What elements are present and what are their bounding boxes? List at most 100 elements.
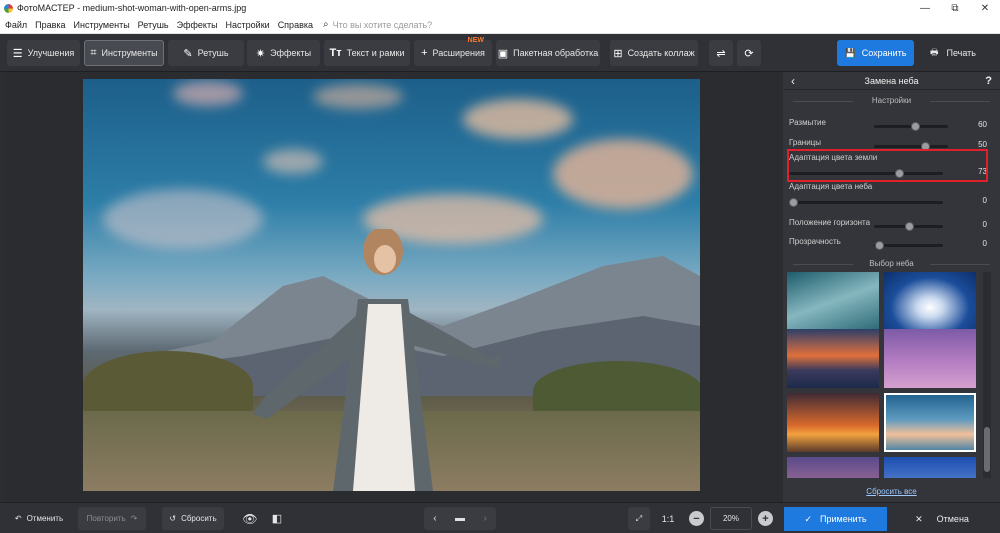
search-icon: ⌕ [323,19,329,30]
tab-label: Ретушь [197,48,229,58]
menu-settings[interactable]: Настройки [226,20,270,30]
tab-effects[interactable]: ✷ Эффекты [247,40,320,66]
reset-icon: ↺ [169,514,177,523]
slider-knob[interactable] [905,222,914,231]
gallery-scrollbar[interactable] [983,272,991,478]
slider-label: Размытие [789,118,826,127]
photo-preview[interactable] [83,79,700,491]
menu-effects[interactable]: Эффекты [177,20,218,30]
zoom-out-icon[interactable]: − [689,511,704,526]
sky-thumbnail[interactable] [787,272,879,331]
sky-thumbnail[interactable] [884,272,976,331]
help-icon[interactable]: ? [985,75,992,87]
history-icon: ⟳ [744,47,754,60]
close-window-button[interactable]: ✕ [970,0,1000,16]
redo-button[interactable]: Повторить ↷ [78,507,146,530]
slider-transparency[interactable]: Прозрачность 0 [789,237,993,257]
save-button[interactable]: 💾 Сохранить [837,40,914,66]
tab-text-frames[interactable]: Tт Текст и рамки [324,40,410,66]
actual-size-button[interactable]: 1:1 [656,507,680,530]
scrollbar-thumb[interactable] [984,427,990,472]
reset-label: Сбросить [181,514,217,523]
redo-icon: ↷ [130,514,138,523]
slider-knob[interactable] [875,241,884,250]
compare-settings-button[interactable]: ⇌ [709,40,733,66]
menu-edit[interactable]: Правка [35,20,65,30]
slider-value: 60 [978,120,987,129]
main-toolbar: ☰ Улучшения ⌗ Инструменты ✎ Ретушь ✷ Эфф… [0,34,1000,72]
cloud-shape [553,139,693,209]
folder-icon[interactable]: ▬ [455,513,465,524]
minimize-button[interactable]: — [910,0,940,16]
fit-screen-button[interactable]: ⤢ [628,507,650,530]
adjust-settings-icon: ⇌ [716,47,726,60]
save-icon: 💾 [844,47,856,58]
sky-thumbnail[interactable] [787,457,879,478]
menu-help[interactable]: Справка [278,20,313,30]
menu-retouch[interactable]: Ретушь [138,20,169,30]
history-settings-button[interactable]: ⟳ [737,40,761,66]
tab-enhancements[interactable]: ☰ Улучшения [7,40,80,66]
slider-track[interactable] [789,201,943,204]
slider-knob[interactable] [789,198,798,207]
cloud-shape [103,189,263,249]
sliders-icon: ☰ [12,47,23,60]
sky-thumbnail[interactable] [884,329,976,388]
tab-extensions[interactable]: + Расширения NEW [414,37,492,66]
tab-create-collage[interactable]: ⊞ Создать коллаж [610,40,698,66]
tab-batch-processing[interactable]: ▣ Пакетная обработка [496,40,600,66]
slider-label: Адаптация цвета неба [789,182,873,191]
zoom-value: 20% [722,514,739,523]
apply-button[interactable]: ✓ Применить [784,507,887,531]
sky-thumbnail[interactable] [787,393,879,452]
next-image-icon[interactable]: › [483,513,486,524]
slider-track[interactable] [874,244,943,247]
sky-thumbnail[interactable] [787,329,879,388]
print-button[interactable]: 🖶 Печать [918,40,988,66]
canvas-area [5,72,780,502]
reset-button[interactable]: ↺ Сбросить [162,507,224,530]
text-icon: Tт [329,47,342,59]
slider-sky-color-adaptation[interactable]: Адаптация цвета неба 0 [789,182,993,210]
zoom-in-icon[interactable]: + [758,511,773,526]
sky-thumbnail-selected[interactable] [884,393,976,452]
compare-icon: ◧ [271,513,283,525]
tab-label: Пакетная обработка [513,48,599,58]
tab-label: Создать коллаж [627,48,695,58]
sky-thumbnail[interactable] [884,457,976,478]
previous-image-icon[interactable]: ‹ [433,513,436,524]
cloud-shape [463,99,573,139]
maximize-button[interactable]: ⧉ [940,0,970,16]
sky-selection-title: Выбор неба [783,259,1000,268]
cancel-button[interactable]: ✕ Отмена [890,507,994,531]
bottom-bar: ↶ Отменить Повторить ↷ ↺ Сбросить 👁 ◧ ‹ … [0,502,1000,533]
reset-all-link[interactable]: Сбросить все [783,487,1000,496]
menu-bar: Файл Правка Инструменты Ретушь Эффекты Н… [0,16,1000,34]
cloud-shape [173,81,243,106]
slider-label: Прозрачность [789,237,841,246]
back-arrow-icon[interactable]: ‹ [791,74,795,88]
navigation-group: ‹ ▬ › [424,507,496,530]
close-icon: ✕ [915,513,923,524]
zoom-level-display[interactable]: 20% [710,507,752,530]
menu-file[interactable]: Файл [5,20,27,30]
menu-tools[interactable]: Инструменты [74,20,130,30]
slider-blur[interactable]: Размытие 60 [789,118,993,138]
compare-button[interactable]: ◧ [266,507,288,530]
window-title: ФотоМАСТЕР - medium-shot-woman-with-open… [17,3,247,13]
panel-header: ‹ Замена неба ? [783,72,1000,90]
tab-tools[interactable]: ⌗ Инструменты [84,40,164,66]
tab-label: Улучшения [27,48,75,58]
preview-eye-button[interactable]: 👁 [238,507,262,530]
menu-search[interactable]: ⌕ Что вы хотите сделать? [323,19,432,30]
tab-retouch[interactable]: ✎ Ретушь [168,40,244,66]
slider-knob[interactable] [911,122,920,131]
undo-button[interactable]: ↶ Отменить [6,507,72,530]
sparkle-icon: ✷ [255,47,266,60]
slider-value: 0 [982,239,987,248]
search-placeholder[interactable]: Что вы хотите сделать? [333,20,433,30]
highlight-box [787,149,988,182]
slider-horizon-position[interactable]: Положение горизонта 0 [789,218,993,238]
image-icon: ▣ [497,47,509,60]
slider-track[interactable] [874,145,948,148]
